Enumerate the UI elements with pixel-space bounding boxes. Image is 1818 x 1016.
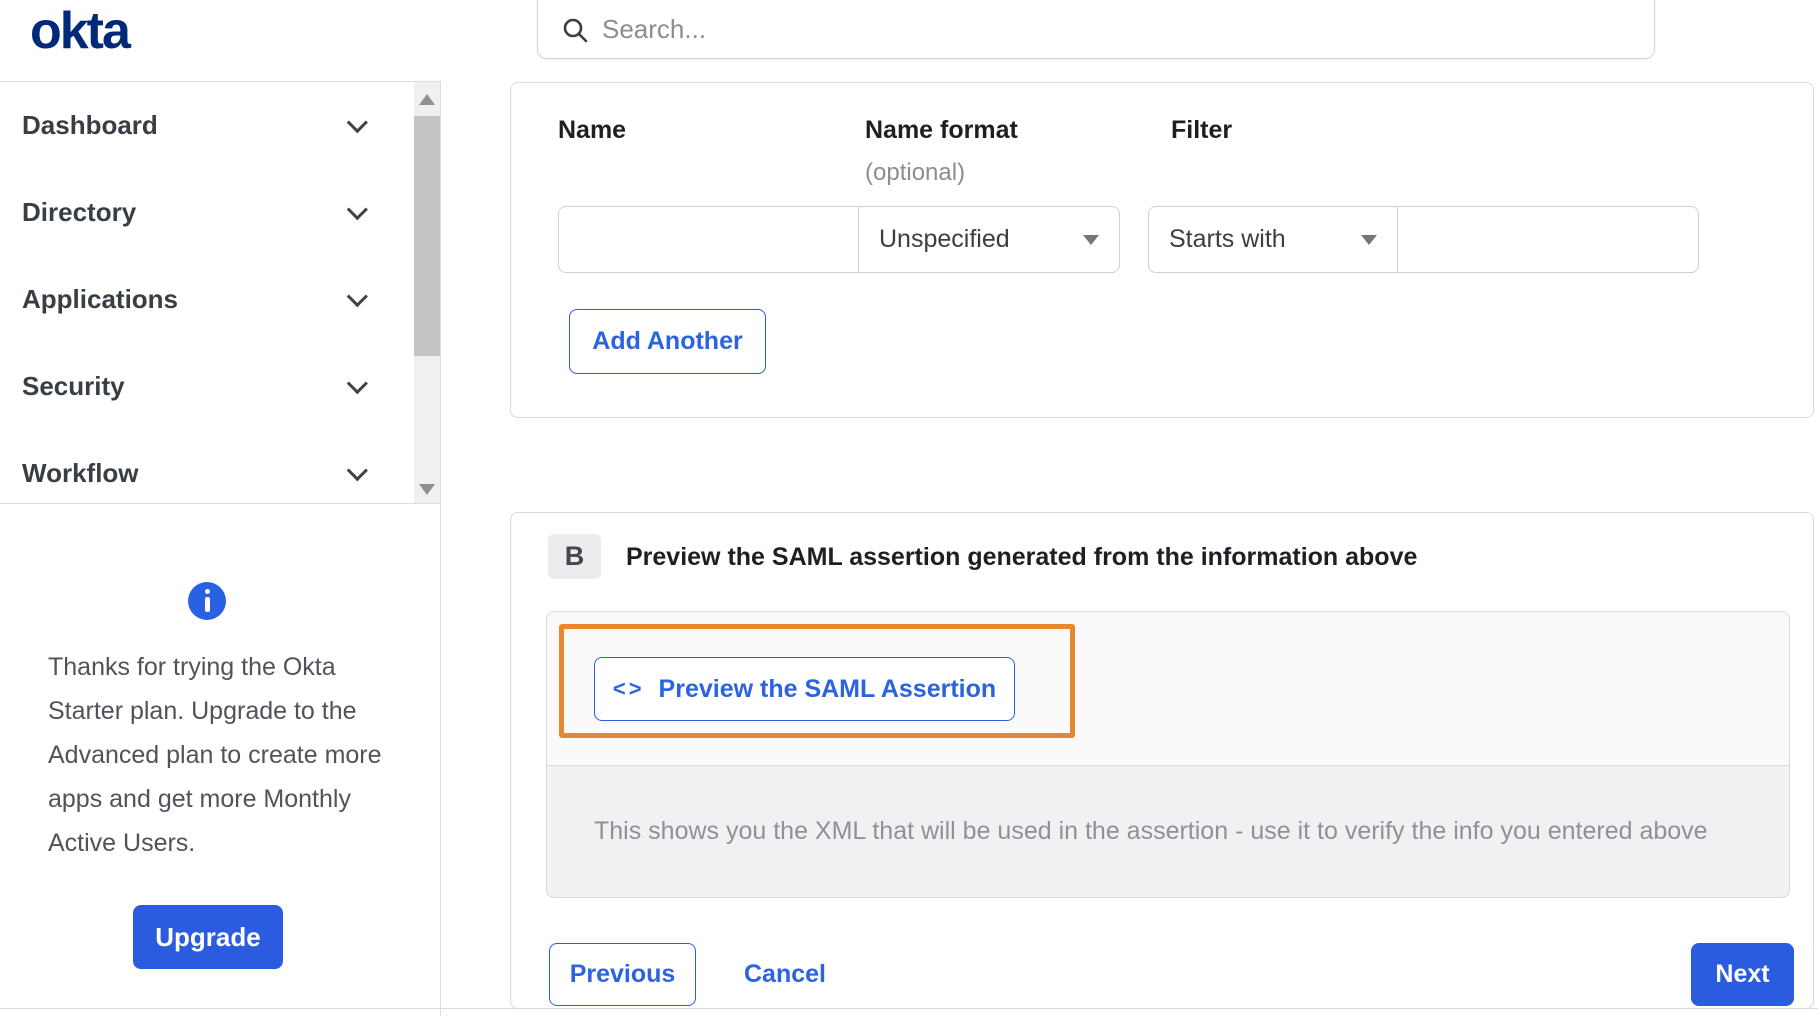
dropdown-arrow-icon — [1361, 234, 1377, 245]
previous-button[interactable]: Previous — [549, 943, 696, 1006]
sidebar-item-label: Workflow — [22, 458, 139, 488]
sidebar-item-label: Directory — [22, 197, 137, 227]
sidebar-item-security[interactable]: Security — [0, 343, 414, 430]
info-icon — [188, 582, 226, 620]
search-icon — [563, 18, 588, 42]
sidebar-scrollbar[interactable] — [414, 82, 440, 503]
upgrade-button[interactable]: Upgrade — [133, 905, 283, 969]
sidebar-item-workflow[interactable]: Workflow — [0, 430, 414, 503]
chevron-down-icon — [346, 112, 368, 134]
preview-description: This shows you the XML that will be used… — [594, 817, 1708, 845]
sidebar-nav: Dashboard Directory Applications Securit… — [0, 82, 414, 503]
preview-panel: <> Preview the SAML Assertion — [546, 611, 1790, 766]
scroll-up-icon[interactable] — [419, 94, 435, 105]
sidebar-item-label: Applications — [22, 284, 179, 314]
filter-value-input[interactable] — [1397, 206, 1699, 273]
name-format-selected-value: Unspecified — [879, 225, 1010, 253]
sidebar-item-label: Dashboard — [22, 110, 158, 140]
search-input[interactable] — [602, 14, 1634, 45]
chevron-down-icon — [346, 199, 368, 221]
section-b-badge: B — [548, 534, 601, 579]
okta-admin-app: okta Dashboard Directory Applications Se… — [0, 0, 1818, 1016]
sidebar-item-dashboard[interactable]: Dashboard — [0, 82, 414, 169]
name-column-label: Name — [558, 116, 627, 144]
code-icon: <> — [612, 676, 645, 701]
scroll-down-icon[interactable] — [419, 484, 435, 495]
preview-description-panel: This shows you the XML that will be used… — [546, 765, 1790, 898]
plan-upgrade-message: Thanks for trying the Okta Starter plan.… — [48, 653, 382, 857]
name-input[interactable] — [558, 206, 860, 273]
sidebar-divider — [440, 82, 441, 1016]
cancel-link[interactable]: Cancel — [744, 943, 826, 1006]
name-format-column-label: Name format — [865, 116, 1018, 144]
chevron-down-icon — [346, 460, 368, 482]
next-button[interactable]: Next — [1691, 943, 1794, 1006]
preview-section-card: B Preview the SAML assertion generated f… — [510, 512, 1814, 1009]
section-b-title: Preview the SAML assertion generated fro… — [626, 543, 1418, 571]
dropdown-arrow-icon — [1083, 234, 1099, 245]
sidebar-item-directory[interactable]: Directory — [0, 169, 414, 256]
chevron-down-icon — [346, 373, 368, 395]
optional-label: (optional) — [865, 159, 966, 186]
sidebar-item-label: Security — [22, 371, 125, 401]
add-another-button[interactable]: Add Another — [569, 309, 766, 374]
filter-column-label: Filter — [1171, 116, 1233, 144]
global-search[interactable] — [537, 0, 1655, 59]
preview-saml-button[interactable]: <> Preview the SAML Assertion — [594, 657, 1015, 721]
preview-saml-button-label: Preview the SAML Assertion — [658, 674, 997, 703]
chevron-down-icon — [346, 286, 368, 308]
filter-operator-select[interactable]: Starts with — [1148, 206, 1398, 273]
attribute-statements-card: Name Name format (optional) Filter Unspe… — [510, 82, 1814, 418]
scrollbar-thumb[interactable] — [414, 116, 440, 356]
okta-logo: okta — [30, 2, 131, 60]
name-format-select[interactable]: Unspecified — [858, 206, 1120, 273]
sidebar-bottom-border — [0, 503, 441, 504]
filter-operator-selected-value: Starts with — [1169, 225, 1286, 253]
sidebar-item-applications[interactable]: Applications — [0, 256, 414, 343]
